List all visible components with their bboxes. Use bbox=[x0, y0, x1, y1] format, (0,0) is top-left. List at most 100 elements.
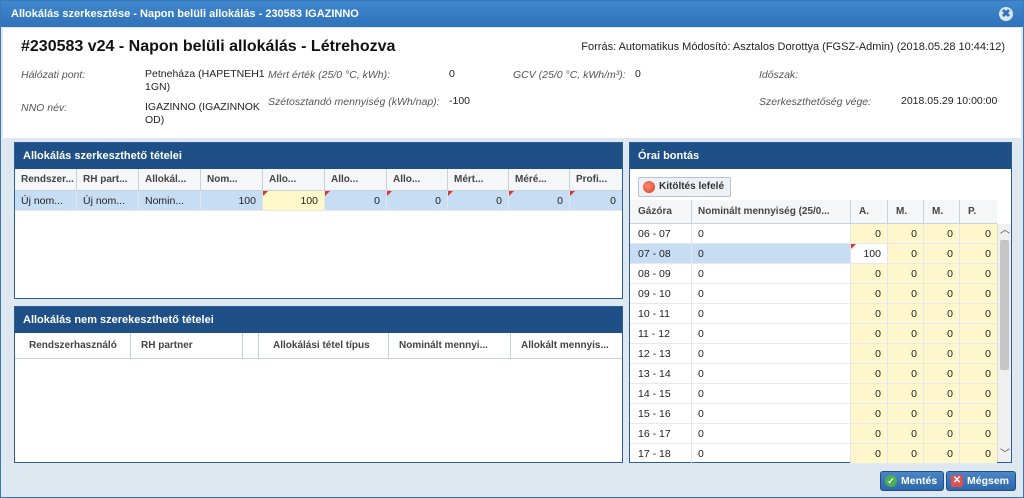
table-row[interactable]: 12 - 13 0 0 0 0 0 bbox=[630, 344, 997, 364]
cell-m1[interactable]: 0 bbox=[888, 384, 924, 403]
cancel-button[interactable]: ✕ Mégsem bbox=[946, 471, 1017, 491]
col-gazora[interactable]: Gázóra bbox=[630, 200, 692, 223]
col-allo-2[interactable]: Allo... bbox=[325, 169, 387, 190]
cell-a[interactable]: 0 bbox=[851, 384, 888, 403]
cell-nominalt[interactable]: 0 bbox=[692, 424, 851, 443]
table-row[interactable]: 08 - 09 0 0 0 0 0 bbox=[630, 264, 997, 284]
cell-m2[interactable]: 0 bbox=[924, 424, 960, 443]
cell-p[interactable]: 0 bbox=[960, 324, 997, 343]
cell-nominalt[interactable]: 0 bbox=[692, 284, 851, 303]
scroll-thumb[interactable] bbox=[1000, 240, 1009, 370]
cell-p[interactable]: 0 bbox=[960, 224, 997, 243]
cell-p[interactable]: 0 bbox=[960, 284, 997, 303]
col-a[interactable]: A. bbox=[851, 200, 888, 223]
cell-m1[interactable]: 0 bbox=[888, 424, 924, 443]
cell-a[interactable]: 0 bbox=[851, 224, 888, 243]
cell-nominalt[interactable]: 0 bbox=[692, 304, 851, 323]
table-row[interactable]: 15 - 16 0 0 0 0 0 bbox=[630, 404, 997, 424]
cell-m2[interactable]: 0 bbox=[924, 384, 960, 403]
table-row[interactable]: 16 - 17 0 0 0 0 0 bbox=[630, 424, 997, 444]
col-profil[interactable]: Profi... bbox=[570, 169, 622, 190]
col-allo-1[interactable]: Allo... bbox=[263, 169, 325, 190]
cell-gazora[interactable]: 07 - 08 bbox=[630, 244, 692, 263]
col-allo-3[interactable]: Allo... bbox=[387, 169, 448, 190]
fill-down-button[interactable]: Kitöltés lefelé bbox=[638, 177, 732, 197]
cell-m1[interactable]: 0 bbox=[888, 304, 924, 323]
cell-a[interactable]: 0 bbox=[851, 444, 888, 463]
cell-mert[interactable]: 0 bbox=[448, 191, 509, 210]
col-rendszer[interactable]: Rendszer... bbox=[15, 169, 77, 190]
cell-m2[interactable]: 0 bbox=[924, 404, 960, 423]
cell-p[interactable]: 0 bbox=[960, 444, 997, 463]
cell-gazora[interactable]: 14 - 15 bbox=[630, 384, 692, 403]
cell-allo-1[interactable]: 100 bbox=[263, 191, 325, 210]
cell-m2[interactable]: 0 bbox=[924, 284, 960, 303]
cell-a[interactable]: 0 bbox=[851, 284, 888, 303]
table-row[interactable]: 06 - 07 0 0 0 0 0 bbox=[630, 224, 997, 244]
col-mert[interactable]: Mért... bbox=[448, 169, 509, 190]
col-nominalt[interactable]: Nom... bbox=[201, 169, 263, 190]
table-row[interactable]: 14 - 15 0 0 0 0 0 bbox=[630, 384, 997, 404]
save-button[interactable]: ✓ Mentés bbox=[880, 471, 945, 491]
cell-nominalt[interactable]: 0 bbox=[692, 264, 851, 283]
cell-rh-partner[interactable]: Új nom... bbox=[77, 191, 139, 210]
cell-m1[interactable]: 0 bbox=[888, 244, 924, 263]
cell-a[interactable]: 0 bbox=[851, 304, 888, 323]
cell-p[interactable]: 0 bbox=[960, 384, 997, 403]
cell-p[interactable]: 0 bbox=[960, 244, 997, 263]
cell-m2[interactable]: 0 bbox=[924, 244, 960, 263]
cell-nominalt[interactable]: 0 bbox=[692, 444, 851, 463]
cell-allo-2[interactable]: 0 bbox=[325, 191, 387, 210]
cell-gazora[interactable]: 16 - 17 bbox=[630, 424, 692, 443]
cell-nominalt[interactable]: 0 bbox=[692, 244, 851, 263]
cell-gazora[interactable]: 15 - 16 bbox=[630, 404, 692, 423]
cell-allo-3[interactable]: 0 bbox=[387, 191, 448, 210]
cell-a[interactable]: 0 bbox=[851, 264, 888, 283]
cell-gazora[interactable]: 10 - 11 bbox=[630, 304, 692, 323]
cell-m2[interactable]: 0 bbox=[924, 224, 960, 243]
col-m1[interactable]: M. bbox=[888, 200, 924, 223]
table-row[interactable]: Új nom... Új nom... Nomin... 100 100 0 0… bbox=[15, 191, 622, 211]
cell-m2[interactable]: 0 bbox=[924, 304, 960, 323]
cell-gazora[interactable]: 08 - 09 bbox=[630, 264, 692, 283]
cell-a[interactable]: 0 bbox=[851, 324, 888, 343]
table-row[interactable]: 11 - 12 0 0 0 0 0 bbox=[630, 324, 997, 344]
table-row[interactable]: 13 - 14 0 0 0 0 0 bbox=[630, 364, 997, 384]
cell-p[interactable]: 0 bbox=[960, 264, 997, 283]
cell-nominalt[interactable]: 0 bbox=[692, 384, 851, 403]
col-p[interactable]: P. bbox=[960, 200, 997, 223]
cell-m1[interactable]: 0 bbox=[888, 324, 924, 343]
cell-allokalt-tipus[interactable]: Nomin... bbox=[139, 191, 201, 210]
cell-m2[interactable]: 0 bbox=[924, 324, 960, 343]
cell-p[interactable]: 0 bbox=[960, 424, 997, 443]
col-rh-partner[interactable]: RH part... bbox=[77, 169, 139, 190]
cell-nominalt[interactable]: 0 bbox=[692, 404, 851, 423]
cell-a[interactable]: 0 bbox=[851, 364, 888, 383]
cell-gazora[interactable]: 12 - 13 bbox=[630, 344, 692, 363]
cell-m1[interactable]: 0 bbox=[888, 344, 924, 363]
cell-nominalt[interactable]: 100 bbox=[201, 191, 263, 210]
cell-m1[interactable]: 0 bbox=[888, 224, 924, 243]
cell-m2[interactable]: 0 bbox=[924, 264, 960, 283]
cell-p[interactable]: 0 bbox=[960, 304, 997, 323]
cell-a[interactable]: 100 bbox=[851, 244, 888, 263]
cell-m2[interactable]: 0 bbox=[924, 344, 960, 363]
cell-m1[interactable]: 0 bbox=[888, 444, 924, 463]
cell-nominalt[interactable]: 0 bbox=[692, 224, 851, 243]
cell-rendszer[interactable]: Új nom... bbox=[15, 191, 77, 210]
cell-gazora[interactable]: 13 - 14 bbox=[630, 364, 692, 383]
cell-gazora[interactable]: 17 - 18 bbox=[630, 444, 692, 463]
cell-m1[interactable]: 0 bbox=[888, 284, 924, 303]
cell-a[interactable]: 0 bbox=[851, 404, 888, 423]
col-meres[interactable]: Méré... bbox=[509, 169, 570, 190]
cell-nominalt[interactable]: 0 bbox=[692, 364, 851, 383]
cell-gazora[interactable]: 11 - 12 bbox=[630, 324, 692, 343]
scroll-down-icon[interactable]: ﹀ bbox=[998, 448, 1012, 462]
cell-profil[interactable]: 0 bbox=[570, 191, 622, 210]
col-m2[interactable]: M. bbox=[924, 200, 960, 223]
col-allokalt-tipus[interactable]: Allokál... bbox=[139, 169, 201, 190]
cell-a[interactable]: 0 bbox=[851, 344, 888, 363]
cell-m2[interactable]: 0 bbox=[924, 364, 960, 383]
col-allokalt-mennyiseg[interactable]: Allokált mennyis... bbox=[511, 333, 622, 358]
cell-nominalt[interactable]: 0 bbox=[692, 324, 851, 343]
